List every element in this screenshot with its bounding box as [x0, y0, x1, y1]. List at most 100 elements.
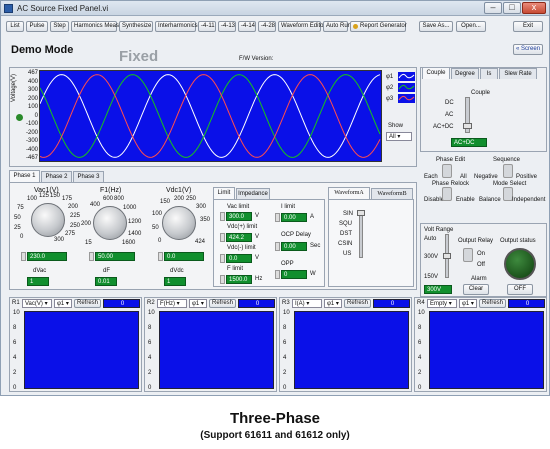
- refresh-button[interactable]: Refresh: [74, 299, 101, 308]
- refresh-button[interactable]: Refresh: [344, 299, 371, 308]
- vdc-neg-limit-value[interactable]: 0.0: [226, 254, 252, 263]
- interharmonics-button[interactable]: Interharmonics: [155, 21, 198, 32]
- vac-tick-275: 275: [65, 231, 76, 237]
- alarm-label: Alarm: [471, 276, 487, 282]
- output-relay-label: Output Relay: [458, 238, 494, 244]
- freq-tick-1000: 1000: [123, 205, 137, 211]
- vac-limit-value[interactable]: 300.0: [226, 212, 252, 221]
- relay-on: On: [477, 251, 486, 257]
- f-limit-stepper[interactable]: [220, 275, 225, 284]
- tab-couple[interactable]: Couple: [422, 67, 450, 79]
- vdc-tick-300: 300: [196, 204, 207, 210]
- couple-slider-thumb[interactable]: [463, 123, 472, 129]
- open-button[interactable]: Open...: [456, 21, 486, 32]
- freq-value[interactable]: 50.00: [95, 252, 135, 261]
- readout-phase-select[interactable]: φ1 ▾: [54, 299, 72, 308]
- synthesize-button[interactable]: Synthesize: [119, 21, 153, 32]
- range-value[interactable]: 300V: [424, 285, 452, 294]
- phase-edit-switch[interactable]: [442, 164, 452, 178]
- phase-relock-switch[interactable]: [442, 187, 452, 201]
- readout-id: R4: [417, 300, 425, 306]
- freq-tick-1400: 1400: [128, 231, 142, 237]
- vac-knob[interactable]: [31, 203, 65, 237]
- report-generator-button[interactable]: Report Generator: [350, 21, 407, 32]
- vac-stepper[interactable]: [21, 252, 26, 261]
- vac-value[interactable]: 230.0: [27, 252, 67, 261]
- tab-degree[interactable]: Degree: [451, 68, 479, 79]
- sequence-switch[interactable]: [503, 164, 513, 178]
- i-limit-value[interactable]: 0.00: [281, 213, 307, 222]
- vac-tick-50: 50: [14, 215, 21, 221]
- vac-tick-75: 75: [17, 205, 24, 211]
- tab-phase-2[interactable]: Phase 2: [41, 171, 72, 182]
- opp-label: OPP: [281, 261, 294, 267]
- tab-impedance[interactable]: Impedance: [236, 188, 270, 199]
- step-button[interactable]: Step: [50, 21, 69, 32]
- vdc-pos-limit-stepper[interactable]: [220, 233, 225, 242]
- vac-limit-stepper[interactable]: [220, 212, 225, 221]
- voltage-graph[interactable]: [39, 70, 382, 162]
- wave-slider-thumb[interactable]: [357, 210, 365, 216]
- dvac-value[interactable]: 1: [27, 277, 49, 286]
- screen-button[interactable]: « Screen: [513, 44, 543, 55]
- ocp-delay-value[interactable]: 0.00: [281, 242, 307, 251]
- vdc-value[interactable]: 0.0: [164, 252, 204, 261]
- output-panel: Volt Range Auto 300V 150V 300V Output Re…: [420, 223, 547, 297]
- freq-stepper[interactable]: [89, 252, 94, 261]
- readout-phase-select[interactable]: φ1 ▾: [459, 299, 477, 308]
- exit-button[interactable]: Exit: [513, 21, 543, 32]
- harmonics-meas-button[interactable]: Harmonics Meas.: [71, 21, 121, 32]
- vdc-stepper[interactable]: [158, 252, 163, 261]
- output-relay-switch[interactable]: [463, 248, 473, 262]
- waveform-editor-button[interactable]: Waveform Editor: [278, 21, 325, 32]
- independent-label: Independent: [512, 197, 546, 203]
- f-limit-value[interactable]: 1500.0: [226, 275, 252, 284]
- list-button[interactable]: List: [6, 21, 24, 32]
- readout-ytick: 4: [148, 355, 152, 361]
- vdc-neg-limit-stepper[interactable]: [220, 254, 225, 263]
- tab-phase-3[interactable]: Phase 3: [73, 171, 104, 182]
- readout-param-select[interactable]: Empty ▾: [427, 299, 457, 308]
- btn-4-13[interactable]: -4-13: [218, 21, 236, 32]
- refresh-button[interactable]: Refresh: [479, 299, 506, 308]
- freq-knob[interactable]: [93, 206, 127, 240]
- tab-is[interactable]: Is: [480, 68, 498, 79]
- tab-waveform-a[interactable]: WaveformA: [328, 187, 370, 199]
- vdc-pos-limit-value[interactable]: 424.2: [226, 233, 252, 242]
- opp-value[interactable]: 0: [281, 270, 307, 279]
- maximize-button[interactable]: □: [503, 2, 521, 14]
- couple-value[interactable]: AC+DC: [451, 138, 487, 147]
- close-button[interactable]: x: [522, 2, 546, 14]
- refresh-button[interactable]: Refresh: [209, 299, 236, 308]
- dvdc-value[interactable]: 1: [164, 277, 186, 286]
- vdc-knob[interactable]: [162, 206, 196, 240]
- readout-phase-select[interactable]: φ1 ▾: [324, 299, 342, 308]
- alarm-clear-button[interactable]: Clear: [463, 284, 489, 295]
- range-slider-thumb[interactable]: [443, 253, 451, 259]
- pulse-button[interactable]: Pulse: [26, 21, 48, 32]
- save-as-button[interactable]: Save As...: [419, 21, 453, 32]
- tab-waveform-b[interactable]: WaveformB: [371, 188, 413, 199]
- btn-4-14[interactable]: -4-14: [238, 21, 256, 32]
- opp-stepper[interactable]: [275, 270, 280, 279]
- df-value[interactable]: 0.01: [95, 277, 117, 286]
- minimize-button[interactable]: –: [484, 2, 502, 14]
- readout-phase: φ1: [192, 301, 200, 307]
- output-off-button[interactable]: OFF: [507, 284, 533, 295]
- tab-limit[interactable]: Limit: [213, 187, 235, 199]
- readout-ytick: 0: [13, 385, 17, 391]
- i-limit-stepper[interactable]: [275, 213, 280, 222]
- readout-param-select[interactable]: F(Hz) ▾: [157, 299, 187, 308]
- show-select[interactable]: All ▾: [386, 132, 412, 141]
- freq-label: F1(Hz): [100, 187, 122, 194]
- readout-param-select[interactable]: Vac(V) ▾: [22, 299, 52, 308]
- tab-slew-rate[interactable]: Slew Rate: [499, 68, 537, 79]
- ocp-delay-stepper[interactable]: [275, 242, 280, 251]
- btn-4-11[interactable]: -4-11: [198, 21, 216, 32]
- auto-run-button[interactable]: Auto Run: [323, 21, 351, 32]
- readout-param-select[interactable]: I(A) ▾: [292, 299, 322, 308]
- tab-phase-1[interactable]: Phase 1: [9, 170, 40, 182]
- btn-4-28[interactable]: -4-28: [258, 21, 276, 32]
- vdc-tick-424: 424: [195, 239, 206, 245]
- readout-phase-select[interactable]: φ1 ▾: [189, 299, 207, 308]
